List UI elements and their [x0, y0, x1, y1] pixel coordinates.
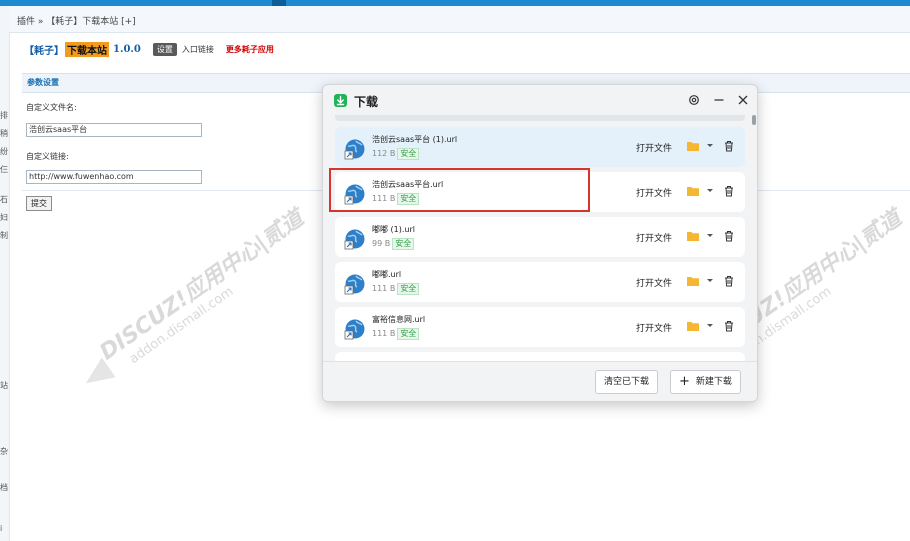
- filename-input[interactable]: 浩创云saas平台: [26, 123, 202, 137]
- download-item-partial[interactable]: [335, 352, 745, 361]
- file-size: 112 B: [372, 149, 396, 158]
- minimize-icon[interactable]: [713, 94, 725, 106]
- open-file-button[interactable]: 打开文件: [636, 321, 672, 334]
- plugin-version: 1.0.0: [113, 43, 141, 55]
- file-size: 99 B: [372, 239, 391, 248]
- watermark-url: addon.dismall.com: [126, 284, 237, 368]
- open-file-button[interactable]: 打开文件: [636, 231, 672, 244]
- plus-icon: +: [679, 374, 690, 389]
- new-download-label: 新建下载: [695, 377, 732, 387]
- url-globe-icon: [344, 228, 366, 250]
- file-meta: 111 B 安全: [372, 328, 420, 340]
- previous-item-edge: [335, 115, 745, 121]
- download-list: 浩创云saas平台 (1).url 112 B 安全 打开文件 浩创云saas平台…: [323, 125, 757, 361]
- file-name: 嘟嘟 (1).url: [372, 225, 415, 234]
- submit-button[interactable]: 提交: [26, 196, 52, 211]
- download-item[interactable]: 富裕信息网.url 111 B 安全 打开文件: [335, 307, 745, 347]
- download-app-icon: [334, 94, 347, 107]
- left-glyph: ⅰ: [0, 524, 3, 533]
- safe-badge: 安全: [397, 148, 420, 160]
- chevron-down-icon[interactable]: [707, 189, 713, 192]
- left-glyph: 杂: [0, 447, 8, 456]
- download-item[interactable]: 浩创云saas平台 (1).url 112 B 安全 打开文件: [335, 127, 745, 167]
- settings-button[interactable]: 设置: [152, 42, 177, 56]
- downloads-dialog: 下载 浩创云saas平台 (1).url 112 B 安全 打开文件 浩创云saa…: [322, 84, 758, 402]
- filename-label: 自定义文件名:: [26, 103, 77, 112]
- trash-icon[interactable]: [724, 320, 734, 332]
- download-item[interactable]: 嘟嘟.url 111 B 安全 打开文件: [335, 262, 745, 302]
- dialog-title: 下载: [354, 95, 379, 109]
- safe-badge: 安全: [397, 328, 420, 340]
- download-item[interactable]: 嘟嘟 (1).url 99 B 安全 打开文件: [335, 217, 745, 257]
- left-glyph: 纷: [0, 147, 8, 156]
- left-glyph: 稍: [0, 129, 8, 138]
- file-size: 111 B: [372, 284, 396, 293]
- url-globe-icon: [344, 138, 366, 160]
- trash-icon[interactable]: [724, 185, 734, 197]
- folder-icon[interactable]: [687, 141, 699, 151]
- left-glyph: 档: [0, 483, 8, 492]
- url-globe-icon: [344, 318, 366, 340]
- left-glyph: 站: [0, 381, 8, 390]
- breadcrumb-bar: 插件 » 【耗子】下载本站 [+]: [9, 6, 910, 33]
- trash-icon[interactable]: [724, 275, 734, 287]
- folder-icon[interactable]: [687, 321, 699, 331]
- left-glyph: 石: [0, 195, 8, 204]
- close-icon[interactable]: [737, 94, 749, 106]
- settings-gear-icon[interactable]: [688, 94, 700, 106]
- folder-icon[interactable]: [687, 276, 699, 286]
- folder-icon[interactable]: [687, 231, 699, 241]
- open-file-button[interactable]: 打开文件: [636, 186, 672, 199]
- chevron-down-icon[interactable]: [707, 234, 713, 237]
- file-name: 嘟嘟.url: [372, 270, 402, 279]
- chevron-down-icon[interactable]: [707, 144, 713, 147]
- safe-badge: 安全: [397, 283, 420, 295]
- entry-link[interactable]: 入口链接: [182, 44, 214, 55]
- file-name: 浩创云saas平台 (1).url: [372, 135, 458, 144]
- folder-icon[interactable]: [687, 186, 699, 196]
- watermark-text: DISCUZ!应用中心|贰道: [95, 205, 309, 366]
- left-glyph: 仨: [0, 165, 8, 174]
- watermark-arrow: [78, 357, 116, 394]
- file-meta: 111 B 安全: [372, 283, 420, 295]
- left-glyph: 制: [0, 231, 8, 240]
- left-sidebar-edge: 排 稍 纷 仨 石 妇 制 站 杂 档 ⅰ: [0, 6, 10, 541]
- trash-icon[interactable]: [724, 230, 734, 242]
- chevron-down-icon[interactable]: [707, 324, 713, 327]
- link-label: 自定义链接:: [26, 152, 69, 161]
- clear-downloaded-button[interactable]: 清空已下载: [595, 370, 659, 394]
- plugin-name: 下载本站: [65, 41, 109, 57]
- url-globe-icon: [344, 273, 366, 295]
- watermark: DISCUZ!应用中心|贰道 addon.dismall.com: [78, 201, 317, 394]
- scrollbar-thumb[interactable]: [752, 115, 756, 125]
- left-glyph: 排: [0, 111, 8, 120]
- new-download-button[interactable]: + 新建下载: [670, 370, 741, 394]
- file-size: 111 B: [372, 329, 396, 338]
- chevron-down-icon[interactable]: [707, 279, 713, 282]
- safe-badge: 安全: [392, 238, 415, 250]
- plugin-header: 【耗子】 下载本站 1.0.0 设置 入口链接 更多耗子应用: [24, 41, 274, 57]
- plugin-brand: 【耗子】: [24, 45, 64, 57]
- open-file-button[interactable]: 打开文件: [636, 141, 672, 154]
- file-name: 富裕信息网.url: [372, 315, 426, 324]
- open-file-button[interactable]: 打开文件: [636, 276, 672, 289]
- dialog-header: 下载: [323, 85, 757, 115]
- breadcrumb[interactable]: 插件 » 【耗子】下载本站 [+]: [17, 14, 136, 27]
- file-meta: 112 B 安全: [372, 148, 420, 160]
- dialog-footer: 清空已下载 + 新建下载: [323, 361, 757, 401]
- highlight-box: [329, 168, 590, 212]
- link-input[interactable]: http://www.fuwenhao.com: [26, 170, 202, 184]
- left-glyph: 妇: [0, 213, 8, 222]
- file-meta: 99 B 安全: [372, 238, 415, 250]
- trash-icon[interactable]: [724, 140, 734, 152]
- more-apps-link[interactable]: 更多耗子应用: [226, 44, 274, 55]
